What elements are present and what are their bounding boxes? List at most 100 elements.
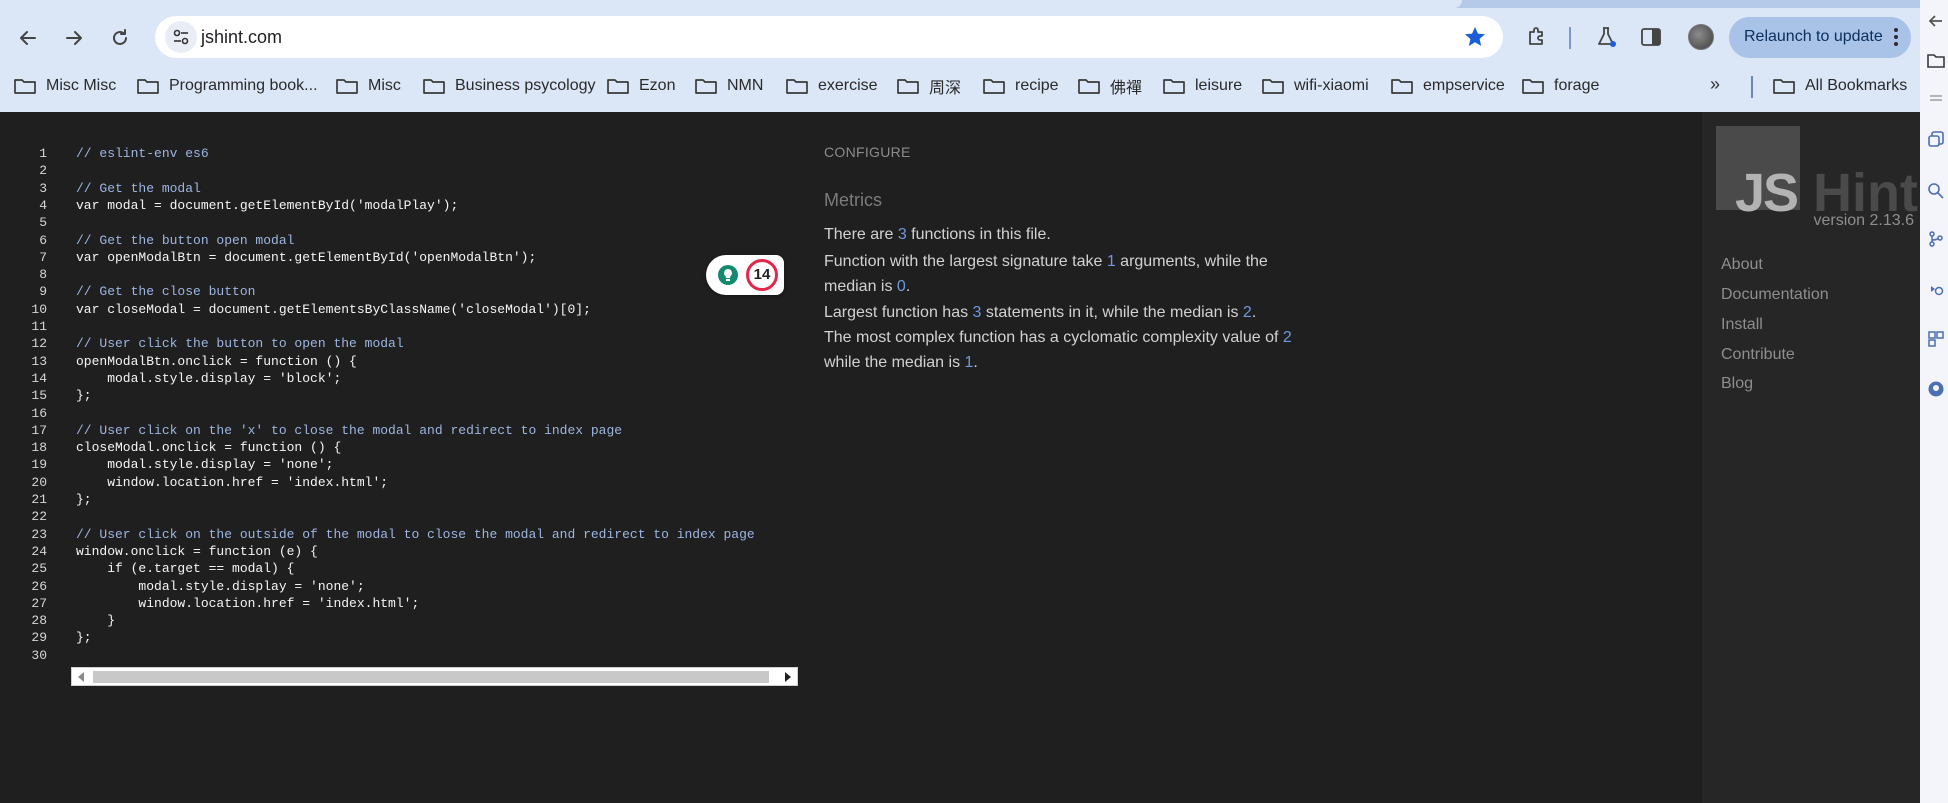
bookmark-folder[interactable]: forage bbox=[1522, 73, 1599, 99]
line-number: 6 bbox=[39, 232, 47, 248]
bookmark-folder[interactable]: recipe bbox=[983, 73, 1059, 99]
back-button[interactable] bbox=[12, 22, 44, 54]
bookmark-label: Misc bbox=[368, 77, 401, 94]
metric-text: . bbox=[1251, 304, 1257, 321]
code-text: openModalBtn.onclick = function () { bbox=[76, 353, 357, 369]
line-number: 20 bbox=[31, 474, 47, 490]
bookmark-folder[interactable]: Ezon bbox=[607, 73, 675, 99]
code-text: var modal = document.getElementById('mod… bbox=[76, 197, 459, 213]
code-text: // eslint-env es6 bbox=[76, 146, 209, 161]
bookmark-folder[interactable]: exercise bbox=[786, 73, 878, 99]
bookmark-folder[interactable]: NMN bbox=[695, 73, 763, 99]
profile-avatar[interactable] bbox=[1688, 24, 1714, 50]
bookmark-label: forage bbox=[1554, 77, 1600, 94]
line-number: 13 bbox=[31, 353, 47, 369]
nav-link-blog[interactable]: Blog bbox=[1721, 375, 1753, 393]
folder-icon[interactable] bbox=[1927, 52, 1945, 70]
scroll-right-arrow-icon[interactable] bbox=[785, 672, 791, 682]
code-text: // Get the modal bbox=[76, 180, 201, 196]
line-number: 1 bbox=[39, 146, 47, 161]
metric-text: statements in it, while the median is bbox=[981, 304, 1243, 321]
line-number: 22 bbox=[31, 509, 47, 525]
side-panel-button[interactable] bbox=[1636, 22, 1666, 52]
scrollbar-thumb[interactable] bbox=[93, 671, 769, 683]
folder-icon bbox=[607, 78, 629, 94]
bookmarks-divider bbox=[1751, 76, 1753, 98]
bookmark-folder[interactable]: empservice bbox=[1391, 73, 1505, 99]
line-number: 4 bbox=[39, 197, 47, 213]
relaunch-button[interactable]: Relaunch to update bbox=[1729, 17, 1911, 58]
logo-js-text: JS bbox=[1735, 163, 1799, 223]
line-number: 23 bbox=[31, 526, 47, 542]
three-dots-icon bbox=[1893, 27, 1899, 52]
lint-widget[interactable]: 14 bbox=[706, 255, 784, 295]
bookmark-label: exercise bbox=[818, 77, 878, 94]
github-icon[interactable] bbox=[1927, 380, 1945, 398]
tune-icon bbox=[173, 29, 189, 45]
nav-link-documentation[interactable]: Documentation bbox=[1721, 286, 1829, 304]
side-panel-edge bbox=[1920, 0, 1948, 803]
menu-icon[interactable] bbox=[1927, 90, 1945, 108]
active-tab-edge bbox=[0, 0, 1462, 8]
metric-text: . bbox=[973, 354, 978, 371]
back-arrow-icon[interactable] bbox=[1927, 12, 1945, 30]
bookmark-folder[interactable]: Business psycology bbox=[423, 73, 596, 99]
bookmark-label: 佛禪 bbox=[1110, 80, 1143, 97]
address-bar[interactable]: jshint.com bbox=[155, 16, 1503, 58]
line-number: 12 bbox=[31, 336, 47, 352]
line-number: 29 bbox=[31, 630, 47, 646]
horizontal-scrollbar[interactable] bbox=[71, 667, 798, 686]
version-label: version 2.13.6 bbox=[1813, 212, 1914, 229]
nav-link-about[interactable]: About bbox=[1721, 256, 1763, 274]
bookmark-folder[interactable]: wifi-xiaomi bbox=[1262, 73, 1369, 99]
folder-icon bbox=[1163, 78, 1185, 94]
bookmark-label: empservice bbox=[1423, 77, 1505, 94]
labs-button[interactable] bbox=[1591, 22, 1621, 52]
bookmark-folder[interactable]: 周深 bbox=[897, 73, 961, 99]
code-text: var openModalBtn = document.getElementBy… bbox=[76, 249, 537, 265]
metrics-panel: CONFIGURE Metrics There are 3 functions … bbox=[824, 112, 1292, 803]
metric-number: 2 bbox=[1282, 329, 1292, 346]
bookmark-label: Ezon bbox=[639, 77, 676, 94]
metric-text: Function with the largest signature take bbox=[824, 253, 1107, 270]
metric-functions-count: There are 3 functions in this file. bbox=[824, 222, 1294, 247]
metric-number: 1 bbox=[1106, 253, 1116, 270]
bookmark-folder[interactable]: leisure bbox=[1163, 73, 1242, 99]
flask-icon bbox=[1598, 27, 1616, 47]
extensions-button[interactable] bbox=[1522, 22, 1552, 52]
bookmark-folder[interactable]: Programming book... bbox=[137, 73, 318, 99]
bookmark-label: wifi-xiaomi bbox=[1294, 77, 1369, 94]
site-info-button[interactable] bbox=[165, 21, 197, 53]
configure-link[interactable]: CONFIGURE bbox=[824, 144, 911, 160]
jshint-sidebar: JS Hint version 2.13.6 About Documentati… bbox=[1702, 112, 1920, 803]
nav-link-install[interactable]: Install bbox=[1721, 316, 1763, 334]
code-text: closeModal.onclick = function () { bbox=[76, 440, 342, 456]
line-number: 16 bbox=[31, 405, 47, 421]
reload-button[interactable] bbox=[104, 22, 136, 54]
copy-icon[interactable] bbox=[1927, 130, 1945, 148]
bookmark-star-icon[interactable] bbox=[1463, 25, 1487, 54]
jshint-logo[interactable]: JS Hint bbox=[1716, 126, 1918, 223]
folder-icon bbox=[423, 78, 445, 94]
code-editor[interactable]: 1 // eslint-env es6 2 3 // Get the modal 4… bbox=[0, 112, 800, 803]
metric-text: while the median is bbox=[824, 354, 965, 371]
all-bookmarks-button[interactable]: All Bookmarks bbox=[1773, 73, 1907, 99]
extensions-grid-icon[interactable] bbox=[1927, 330, 1945, 348]
forward-button[interactable] bbox=[58, 22, 90, 54]
bookmark-label: Business psycology bbox=[455, 77, 596, 94]
line-number: 15 bbox=[31, 388, 47, 404]
url-text[interactable]: jshint.com bbox=[201, 27, 282, 48]
search-icon[interactable] bbox=[1927, 182, 1945, 200]
nav-link-contribute[interactable]: Contribute bbox=[1721, 346, 1795, 364]
more-bookmarks-button[interactable]: » bbox=[1710, 74, 1720, 95]
folder-icon bbox=[1391, 78, 1413, 94]
bookmark-folder[interactable]: Misc bbox=[336, 73, 401, 99]
scroll-left-arrow-icon[interactable] bbox=[78, 672, 84, 682]
bookmark-folder[interactable]: Misc Misc bbox=[14, 73, 116, 99]
metric-text: There are bbox=[824, 226, 898, 243]
bookmark-folder[interactable]: 佛禪 bbox=[1078, 73, 1142, 99]
folder-icon bbox=[897, 78, 919, 94]
branch-icon[interactable] bbox=[1927, 230, 1945, 248]
debug-icon[interactable] bbox=[1927, 280, 1945, 298]
line-number: 27 bbox=[31, 595, 47, 611]
